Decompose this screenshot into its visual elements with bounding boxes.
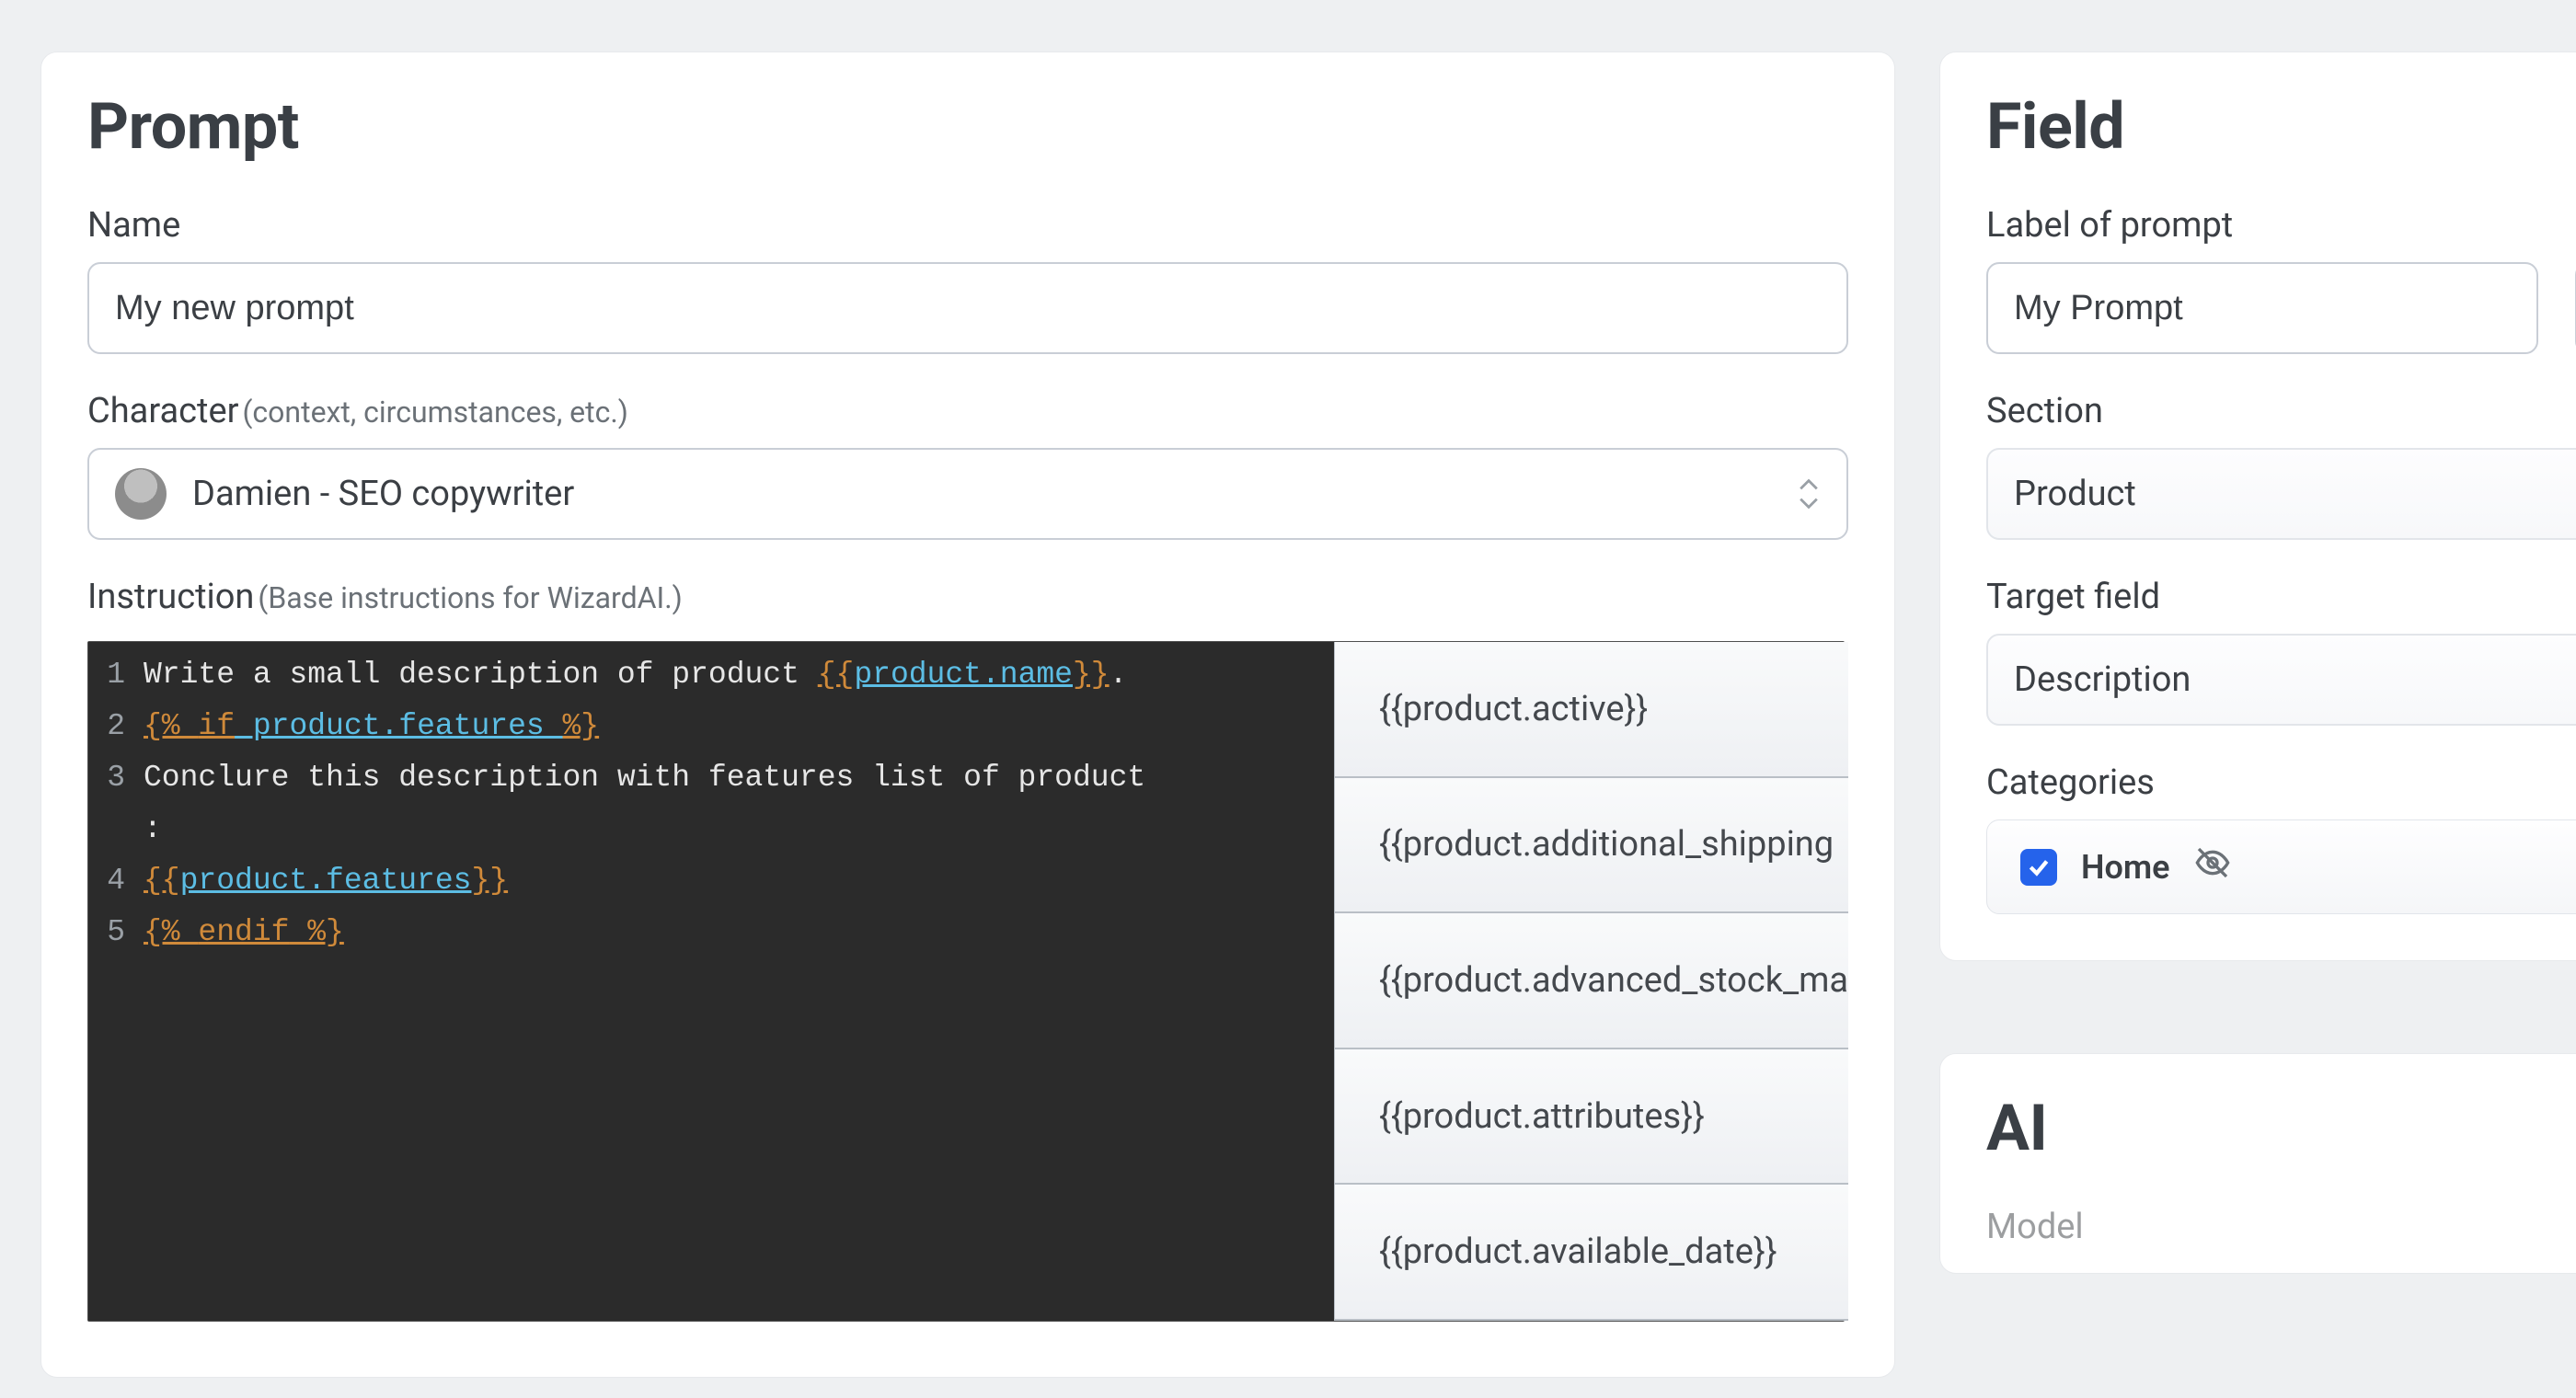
- name-label: Name: [87, 205, 180, 246]
- category-item[interactable]: Home: [1986, 819, 2576, 914]
- label-of-prompt-label: Label of prompt: [1986, 205, 2233, 246]
- editor-gutter: 123 45: [88, 642, 140, 1321]
- target-field-value: Description: [2014, 659, 2191, 700]
- character-select[interactable]: Damien - SEO copywriter: [87, 448, 1848, 540]
- avatar-icon: [115, 468, 167, 520]
- categories-label: Categories: [1986, 762, 2155, 803]
- chevron-up-down-icon: [1799, 478, 1819, 510]
- target-field-select[interactable]: Description: [1986, 634, 2576, 726]
- ai-title: AI: [1986, 1091, 2576, 1166]
- character-hint: (context, circumstances, etc.): [242, 395, 627, 430]
- field-title: Field: [1986, 89, 2576, 165]
- variable-item[interactable]: {{product.attributes}}: [1335, 1049, 1848, 1186]
- line-number: [88, 804, 125, 855]
- line-number: 2: [88, 701, 125, 752]
- variable-item[interactable]: {{product.active}}: [1335, 642, 1848, 778]
- character-value: Damien - SEO copywriter: [192, 474, 574, 514]
- code-line[interactable]: {{product.features}}: [144, 855, 1145, 907]
- code-line[interactable]: {% endif %}: [144, 907, 1145, 958]
- line-number: 3: [88, 752, 125, 804]
- variable-panel: {{product.active}}{{product.additional_s…: [1334, 642, 1848, 1321]
- target-field-label: Target field: [1986, 577, 2160, 617]
- model-label: Model: [1986, 1207, 2084, 1247]
- variable-item[interactable]: {{product.advanced_stock_ma: [1335, 913, 1848, 1049]
- name-input[interactable]: [87, 262, 1848, 354]
- field-panel: Field Label of prompt Section Product Ta…: [1939, 52, 2576, 961]
- section-label: Section: [1986, 391, 2103, 431]
- variable-item[interactable]: {{product.available_date}}: [1335, 1185, 1848, 1321]
- line-number: 1: [88, 649, 125, 701]
- instruction-editor[interactable]: 123 45 Write a small description of produ…: [88, 642, 1334, 1321]
- section-value: Product: [2014, 474, 2136, 514]
- category-name: Home: [2081, 848, 2170, 887]
- variable-item[interactable]: {{product.additional_shipping: [1335, 778, 1848, 914]
- line-number: 4: [88, 855, 125, 907]
- line-number: 5: [88, 907, 125, 958]
- eye-off-icon[interactable]: [2194, 844, 2231, 889]
- code-line[interactable]: :: [144, 804, 1145, 855]
- instruction-hint: (Base instructions for WizardAI.): [258, 580, 682, 615]
- ai-panel: AI Model: [1939, 1053, 2576, 1274]
- code-line[interactable]: Conclure this description with features …: [144, 752, 1145, 804]
- character-label: Character: [87, 391, 239, 431]
- prompt-title: Prompt: [87, 89, 1848, 165]
- section-select[interactable]: Product: [1986, 448, 2576, 540]
- checkbox-checked-icon[interactable]: [2020, 849, 2057, 886]
- instruction-label: Instruction: [87, 577, 254, 617]
- prompt-panel: Prompt Name Character (context, circumst…: [40, 52, 1895, 1378]
- code-line[interactable]: {% if product.features %}: [144, 701, 1145, 752]
- label-of-prompt-input[interactable]: [1986, 262, 2538, 354]
- code-line[interactable]: Write a small description of product {{p…: [144, 649, 1145, 701]
